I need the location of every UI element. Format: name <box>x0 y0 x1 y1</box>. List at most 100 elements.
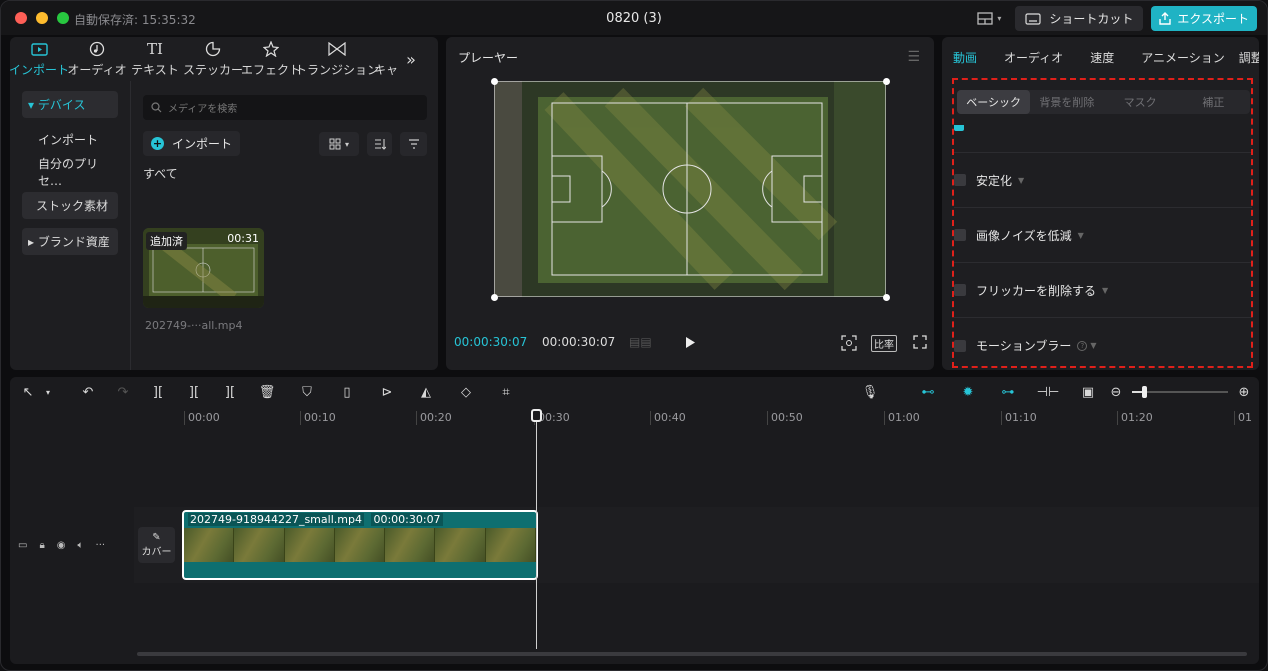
pencil-icon: ✎ <box>152 532 161 543</box>
star-icon <box>262 40 280 58</box>
horizontal-scrollbar[interactable] <box>137 652 1247 656</box>
resize-handle-tr[interactable] <box>883 78 890 85</box>
chevron-down-icon[interactable]: ▼ <box>1090 341 1096 350</box>
video-clip[interactable]: 202749-918944227_small.mp4 00:00:30:07 <box>182 510 538 580</box>
time-ruler[interactable]: 00:00 00:10 00:20 00:30 00:40 00:50 01:0… <box>184 409 1259 427</box>
checkbox[interactable] <box>954 229 966 241</box>
tab-import[interactable]: インポート <box>10 37 70 81</box>
lock-icon[interactable]: 🔒︎ <box>39 540 44 551</box>
tab-effect[interactable]: エフェクト <box>241 37 301 81</box>
sidebar-item-brand[interactable]: ▸ ブランド資産 <box>22 228 118 255</box>
resize-handle-tl[interactable] <box>491 78 498 85</box>
link-icon[interactable]: ⊶ <box>998 384 1018 400</box>
tab-import-label: インポート <box>10 63 70 77</box>
fullscreen-button[interactable] <box>913 335 927 352</box>
reverse-icon[interactable]: ⊳ <box>379 384 395 400</box>
main-track-magnet-icon[interactable]: ⊷ <box>918 384 938 400</box>
tab-adjust[interactable]: 調整 <box>1239 49 1259 66</box>
tab-speed[interactable]: 速度 <box>1090 49 1114 66</box>
chevron-down-icon[interactable]: ▼ <box>1078 231 1084 240</box>
rotate-icon[interactable]: ◇ <box>458 384 474 400</box>
speaker-icon[interactable]: 🔈︎ <box>78 540 84 551</box>
microphone-icon[interactable]: 🎙 <box>862 384 879 400</box>
zoom-in-icon[interactable]: ⊕ <box>1236 384 1252 400</box>
marker-icon[interactable]: ⛉ <box>299 384 315 400</box>
tab-audio-props[interactable]: オーディオ <box>1004 49 1063 66</box>
ratio-button[interactable]: 比率 <box>871 335 897 352</box>
option-stabilize[interactable]: 安定化 ▼ <box>954 153 1252 208</box>
subtab-basic[interactable]: ベーシック <box>957 90 1031 114</box>
clip-frame <box>485 528 536 562</box>
crop-icon[interactable]: ⌗ <box>498 384 514 400</box>
tab-sticker[interactable]: ステッカー <box>183 37 243 81</box>
chevron-double-right-icon[interactable]: » <box>400 37 422 81</box>
chevron-down-icon[interactable]: ▼ <box>1018 176 1024 185</box>
properties-panel: 動画 オーディオ 速度 アニメーション 調整 ベーシック 背景を削除 マスク 補… <box>942 37 1259 370</box>
resize-handle-br[interactable] <box>883 294 890 301</box>
zoom-slider-thumb[interactable] <box>1142 386 1147 398</box>
checkbox[interactable] <box>954 284 966 296</box>
tab-audio[interactable]: オーディオ <box>67 37 127 81</box>
subtab-correction[interactable]: 補正 <box>1177 90 1250 114</box>
undo-icon[interactable]: ↶ <box>80 384 96 400</box>
chevron-down-icon[interactable]: ▾ <box>40 384 56 400</box>
checkbox[interactable] <box>954 174 966 186</box>
eye-icon[interactable]: ◉ <box>57 540 66 551</box>
chevron-down-icon[interactable]: ▼ <box>1102 286 1108 295</box>
cover-button[interactable]: ✎ カバー <box>138 527 175 563</box>
select-tool-icon[interactable]: ↖ <box>20 384 36 400</box>
trim-left-icon[interactable]: ][ <box>186 384 202 400</box>
clip-frame <box>184 528 235 562</box>
sort-button[interactable] <box>367 132 392 156</box>
play-button[interactable] <box>684 336 696 352</box>
video-preview[interactable] <box>494 81 886 297</box>
playhead[interactable] <box>531 409 542 649</box>
view-mode-button[interactable]: ▾ <box>319 132 359 156</box>
sidebar-item-stock[interactable]: ストック素材 <box>22 192 118 219</box>
tab-video[interactable]: 動画 <box>953 49 977 66</box>
menu-icon[interactable]: ☰ <box>907 49 920 65</box>
import-button[interactable]: + インポート <box>143 131 241 156</box>
option-denoise[interactable]: 画像ノイズを低減 ▼ <box>954 208 1252 263</box>
delete-icon[interactable]: 🗑 <box>259 384 276 400</box>
playhead-handle[interactable] <box>531 409 542 422</box>
checkbox[interactable] <box>954 339 966 352</box>
media-thumbnail[interactable]: 追加済 00:31 <box>143 228 264 308</box>
sidebar-item-device[interactable]: ▾ デバイス <box>22 91 118 118</box>
filter-button[interactable] <box>400 132 427 156</box>
focus-icon <box>841 335 857 351</box>
tab-transition[interactable]: トランジション <box>295 37 379 81</box>
option-label: 画像ノイズを低減 <box>976 228 1072 243</box>
sidebar-item-import[interactable]: インポート <box>22 126 118 153</box>
fit-view-button[interactable] <box>841 335 857 354</box>
trim-right-icon[interactable]: ][ <box>222 384 238 400</box>
search-input[interactable]: メディアを検索 <box>143 95 427 120</box>
zoom-out-icon[interactable]: ⊖ <box>1108 384 1124 400</box>
mirror-icon[interactable]: ◭ <box>418 384 434 400</box>
freeze-icon[interactable]: ▯ <box>339 384 355 400</box>
option-motion-blur[interactable]: モーションブラー ? ▼ <box>954 318 1252 370</box>
shortcut-button[interactable]: ショートカット <box>1015 6 1144 31</box>
clip-frame <box>234 528 285 562</box>
export-button[interactable]: エクスポート <box>1151 6 1257 31</box>
layout-icon[interactable]: ▾ <box>977 12 1001 25</box>
more-icon[interactable]: ··· <box>96 540 106 551</box>
thumbnail-preview-icon[interactable]: ▣ <box>1078 384 1098 400</box>
resize-handle-bl[interactable] <box>491 294 498 301</box>
help-icon[interactable]: ? <box>1077 340 1088 351</box>
sidebar-item-presets[interactable]: 自分のプリセ… <box>22 157 118 188</box>
zoom-slider[interactable] <box>1132 386 1228 398</box>
split-icon[interactable]: ][ <box>150 384 166 400</box>
clip-frame <box>334 528 386 562</box>
tab-text[interactable]: TI テキスト <box>126 37 184 81</box>
redo-icon[interactable]: ↷ <box>115 384 131 400</box>
subtab-mask[interactable]: マスク <box>1104 90 1177 114</box>
tab-caption[interactable]: キャ <box>374 37 400 81</box>
option-deflicker[interactable]: フリッカーを削除する ▼ <box>954 263 1252 318</box>
preview-axis-icon[interactable]: ⊣⊢ <box>1037 384 1060 400</box>
partial-checkbox[interactable] <box>954 125 964 131</box>
timeline-toolbar: ↖ ▾ ↶ ↷ ][ ][ ][ 🗑 ⛉ ▯ ⊳ ◭ ◇ ⌗ 🎙 ⊷ ✹ ⊶ ⊣… <box>10 377 1259 407</box>
subtab-remove-bg[interactable]: 背景を削除 <box>1030 90 1103 114</box>
auto-snap-icon[interactable]: ✹ <box>958 384 978 400</box>
tab-animation[interactable]: アニメーション <box>1141 49 1225 66</box>
